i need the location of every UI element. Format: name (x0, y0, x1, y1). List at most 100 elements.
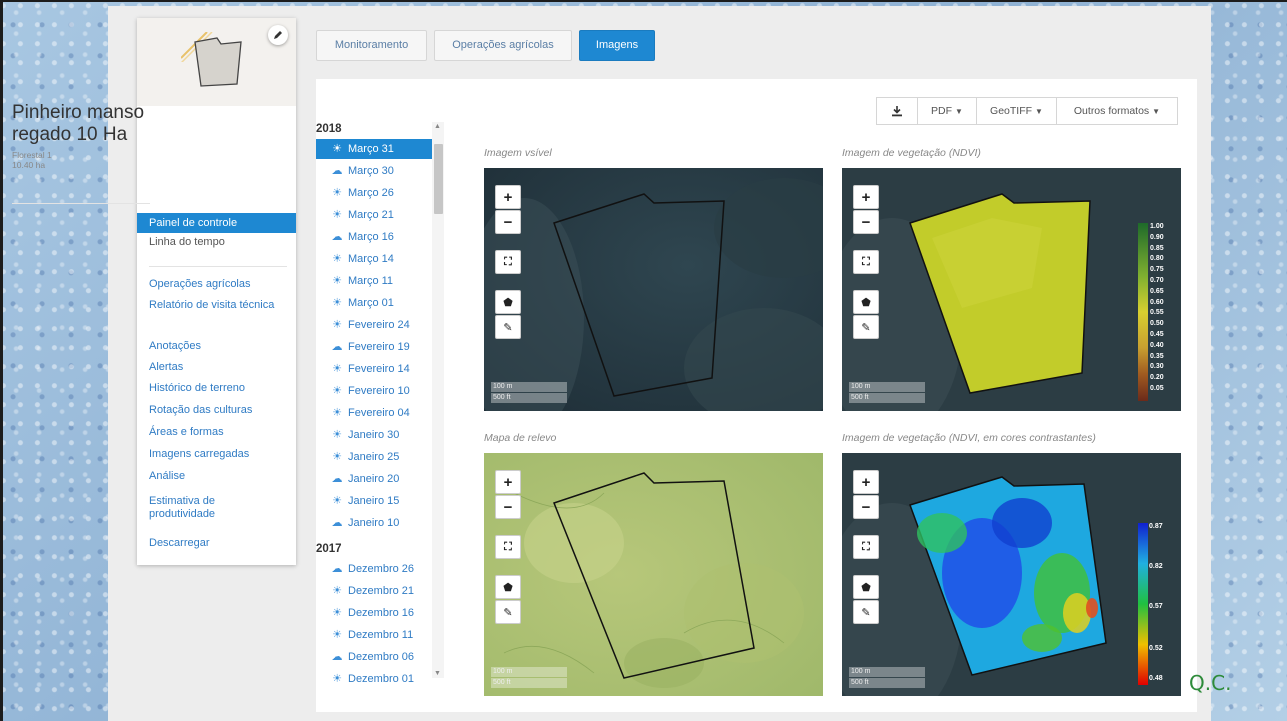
date-item[interactable]: ☀ Fevereiro 24 (316, 315, 432, 335)
tab-monitoramento[interactable]: Monitoramento (316, 30, 427, 61)
legend-tick: 0.52 (1149, 645, 1163, 652)
sun-icon: ☀ (332, 629, 342, 641)
map-contrast[interactable]: 0.87 0.82 0.57 0.52 0.48 (842, 453, 1181, 696)
date-item[interactable]: ☀ Dezembro 01 (316, 669, 432, 689)
date-item[interactable]: ☀ Março 31 (316, 139, 432, 159)
zoom-out-button[interactable]: − (495, 495, 521, 519)
zoom-in-button[interactable]: + (853, 470, 879, 494)
sun-icon: ☀ (332, 297, 342, 309)
zoom-out-button[interactable]: − (495, 210, 521, 234)
sidebar-item[interactable]: Imagens carregadas (137, 448, 277, 461)
date-label: Fevereiro 04 (348, 407, 410, 419)
legend-tick: 0.87 (1149, 523, 1163, 530)
zoom-out-button[interactable]: − (853, 495, 879, 519)
edit-pencil-icon[interactable] (268, 25, 288, 45)
fullscreen-icon[interactable]: ⛶ (495, 535, 521, 559)
sun-icon: ☀ (332, 143, 342, 155)
date-item[interactable]: ☁ Fevereiro 19 (316, 337, 432, 357)
scale-meters: 100 m (849, 667, 925, 677)
legend-tick: 0.70 (1150, 277, 1164, 284)
field-area: 10.40 ha (12, 160, 46, 170)
tab-imagens[interactable]: Imagens (579, 30, 655, 61)
date-item[interactable]: ☀ Março 21 (316, 205, 432, 225)
sidebar-item[interactable]: Estimativa de produtividade (137, 495, 277, 521)
date-item[interactable]: ☀ Janeiro 15 (316, 491, 432, 511)
sun-icon: ☀ (332, 275, 342, 287)
date-item[interactable]: ☀ Janeiro 30 (316, 425, 432, 445)
fullscreen-icon[interactable]: ⛶ (853, 535, 879, 559)
tab-operacoes-agricolas[interactable]: Operações agrícolas (434, 30, 572, 61)
date-item[interactable]: ☁ Janeiro 20 (316, 469, 432, 489)
cloud-icon: ☁ (331, 473, 343, 485)
date-item[interactable]: ☀ Março 01 (316, 293, 432, 313)
cloud-icon: ☁ (331, 517, 343, 529)
sidebar-item[interactable]: Painel de controle (137, 213, 296, 233)
date-item[interactable]: ☀ Dezembro 21 (316, 581, 432, 601)
sidebar-item[interactable]: Linha do tempo (137, 236, 277, 249)
other-formats-label: Outros formatos (1073, 105, 1150, 117)
date-item[interactable]: ☁ Janeiro 10 (316, 513, 432, 533)
sidebar-item[interactable]: Histórico de terreno (137, 382, 277, 395)
sidebar-item[interactable]: Relatório de visita técnica (137, 299, 277, 312)
download-button[interactable] (876, 97, 918, 125)
sidebar-item[interactable]: Anotações (137, 340, 277, 353)
date-item[interactable]: ☀ Fevereiro 10 (316, 381, 432, 401)
date-item[interactable]: ☁ Março 30 (316, 161, 432, 181)
date-label: Março 26 (348, 187, 394, 199)
scale-feet: 500 ft (849, 678, 925, 688)
map-scale-bar: 100 m 500 ft (847, 382, 925, 404)
geotiff-label: GeoTIFF (990, 105, 1033, 117)
date-item[interactable]: ☀ Fevereiro 04 (316, 403, 432, 423)
sun-icon: ☀ (332, 253, 342, 265)
geotiff-dropdown[interactable]: GeoTIFF ▼ (976, 97, 1057, 125)
legend-tick: 0.60 (1150, 298, 1164, 306)
date-item[interactable]: ☀ Dezembro 11 (316, 625, 432, 645)
zoom-in-button[interactable]: + (853, 185, 879, 209)
date-label: Março 16 (348, 231, 394, 243)
date-item[interactable]: ☁ Dezembro 06 (316, 647, 432, 667)
scale-meters: 100 m (491, 667, 567, 677)
date-item[interactable]: ☁ Dezembro 26 (316, 559, 432, 579)
scroll-up-arrow-icon[interactable]: ▲ (434, 123, 441, 130)
sidebar-item[interactable]: Alertas (137, 361, 277, 374)
date-item[interactable]: ☀ Dezembro 16 (316, 603, 432, 623)
date-item[interactable]: ☁ Março 16 (316, 227, 432, 247)
erase-icon[interactable]: ✎ (495, 600, 521, 624)
scroll-down-arrow-icon[interactable]: ▼ (434, 670, 441, 677)
draw-polygon-icon[interactable]: ⬟ (495, 290, 521, 314)
pdf-dropdown[interactable]: PDF ▼ (917, 97, 977, 125)
date-item[interactable]: ☀ Março 11 (316, 271, 432, 291)
zoom-in-button[interactable]: + (495, 470, 521, 494)
date-label: Dezembro 26 (348, 563, 415, 575)
sidebar-item[interactable]: Operações agrícolas (137, 278, 277, 291)
sidebar-item[interactable]: Rotação das culturas (137, 404, 277, 417)
fullscreen-icon[interactable]: ⛶ (853, 250, 879, 274)
map-ndvi[interactable]: 1.00 0.90 0.85 0.80 0.75 0.70 0.65 0.60 0.55 0.50… (842, 168, 1181, 411)
draw-polygon-icon[interactable]: ⬟ (853, 290, 879, 314)
other-formats-dropdown[interactable]: Outros formatos ▼ (1056, 97, 1178, 125)
legend-tick: 0.65 (1150, 287, 1164, 295)
draw-polygon-icon[interactable]: ⬟ (853, 575, 879, 599)
erase-icon[interactable]: ✎ (495, 315, 521, 339)
legend-tick: 0.55 (1150, 309, 1164, 317)
map-relief[interactable] (484, 453, 823, 696)
erase-icon[interactable]: ✎ (853, 600, 879, 624)
draw-polygon-icon[interactable]: ⬟ (495, 575, 521, 599)
zoom-out-button[interactable]: − (853, 210, 879, 234)
date-item[interactable]: ☀ Janeiro 25 (316, 447, 432, 467)
date-item[interactable]: ☀ Março 14 (316, 249, 432, 269)
date-label: Março 01 (348, 297, 394, 309)
scrollbar-thumb[interactable] (434, 144, 443, 214)
date-item[interactable]: ☀ Fevereiro 14 (316, 359, 432, 379)
erase-icon[interactable]: ✎ (853, 315, 879, 339)
zoom-in-button[interactable]: + (495, 185, 521, 209)
map-caption-contrast: Imagem de vegetação (NDVI, em cores cont… (842, 432, 1096, 444)
sidebar-item[interactable]: Análise (137, 470, 277, 483)
map-visible[interactable] (484, 168, 823, 411)
legend-tick: 0.05 (1150, 385, 1164, 392)
sidebar-item[interactable]: Descarregar (137, 537, 277, 550)
date-item[interactable]: ☀ Março 26 (316, 183, 432, 203)
sidebar-item[interactable]: Áreas e formas (137, 426, 277, 439)
fullscreen-icon[interactable]: ⛶ (495, 250, 521, 274)
legend-tick: 0.90 (1150, 233, 1164, 241)
